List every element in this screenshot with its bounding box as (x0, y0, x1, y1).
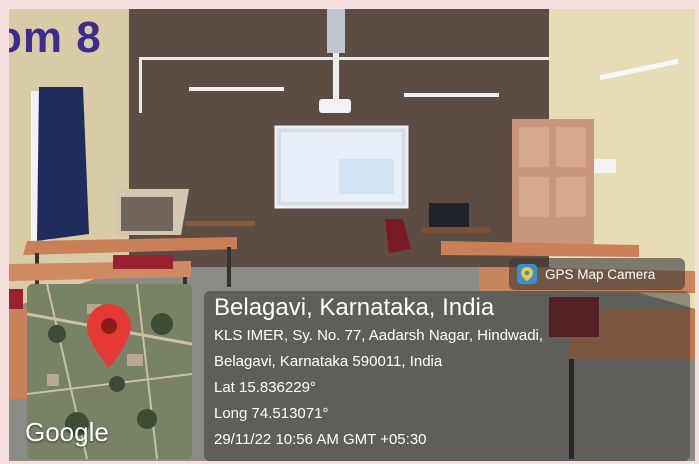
gps-map-camera-badge: GPS Map Camera (509, 258, 685, 290)
badge-label: GPS Map Camera (545, 266, 656, 282)
chair (113, 255, 173, 269)
tube-light-left (189, 87, 284, 91)
location-marker-icon (87, 304, 131, 368)
latitude: Lat 15.836229° (214, 379, 316, 396)
tube-light-right (404, 93, 499, 97)
map-pin-icon (517, 264, 537, 284)
room-number-banner: om 8 (9, 13, 102, 62)
google-logo: Google (25, 417, 109, 447)
address-line-2: Belagavi, Karnataka 590011, India (214, 353, 443, 370)
longitude: Long 74.513071° (214, 405, 329, 422)
monitor (429, 203, 469, 227)
address-line-1: KLS IMER, Sy. No. 77, Aadarsh Nagar, Hin… (214, 327, 544, 344)
curtain (37, 87, 89, 241)
timestamp: 29/11/22 10:56 AM GMT +05:30 (214, 431, 427, 448)
classroom-photo: om 8 GPS Map Camera Google (9, 9, 695, 461)
location-title: Belagavi, Karnataka, India (214, 294, 495, 321)
projector (319, 99, 351, 113)
